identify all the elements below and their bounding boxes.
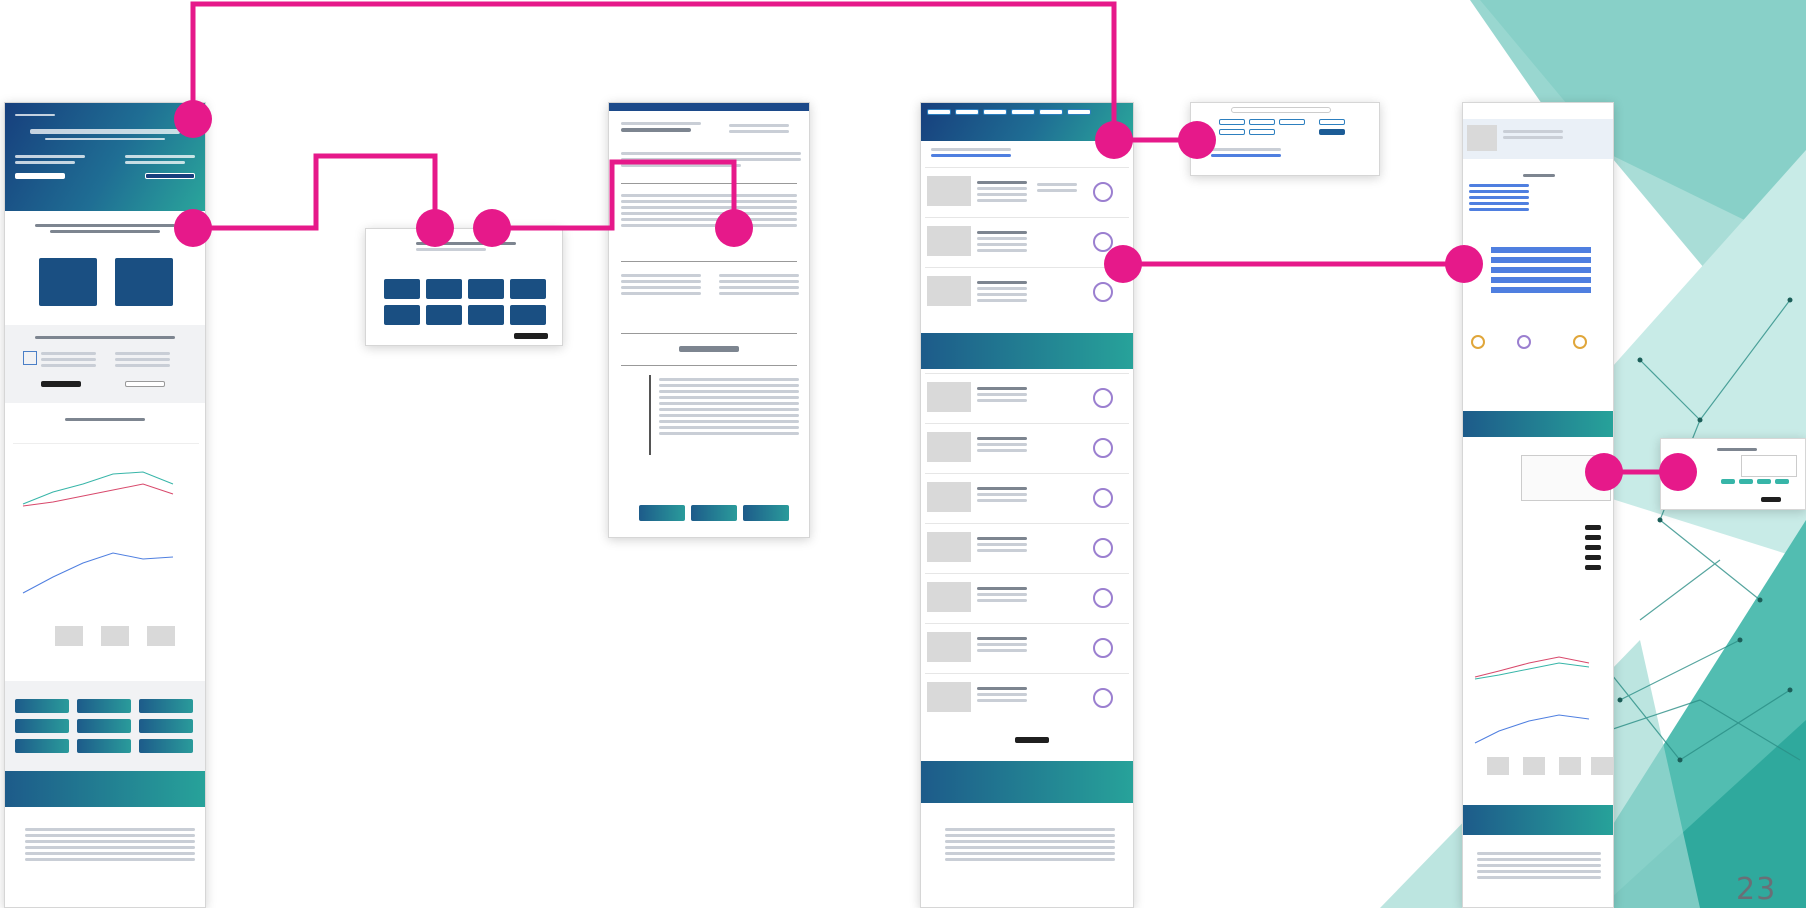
filter-tile-3[interactable]	[468, 279, 504, 299]
connector-node-landing-hero	[174, 100, 212, 138]
connector-node-dialog-right	[473, 209, 511, 247]
filter-tile-8[interactable]	[510, 305, 546, 325]
related-tile-2[interactable]	[691, 505, 737, 521]
profile-cta-banner	[1463, 411, 1613, 437]
profile-trend-chart-1	[1469, 633, 1609, 683]
financing-section	[5, 325, 205, 403]
filter-tile-6[interactable]	[426, 305, 462, 325]
dates-table	[1473, 523, 1609, 583]
result-card-6[interactable]	[925, 473, 1129, 521]
connector-node-course-detail	[715, 209, 753, 247]
landing-footer-banner	[5, 771, 205, 807]
popup-confirm-button[interactable]	[1761, 497, 1781, 502]
module-bar-3[interactable]	[1491, 267, 1591, 273]
related-tile-3[interactable]	[743, 505, 789, 521]
search-input[interactable]	[15, 173, 65, 179]
module-bar-1[interactable]	[1491, 247, 1591, 253]
filter-search-input[interactable]	[1231, 107, 1331, 113]
profile-trend-chart-2	[1469, 699, 1609, 749]
filter-chip-7[interactable]	[1319, 129, 1345, 135]
filter-tile-4[interactable]	[510, 279, 546, 299]
results-cta-banner	[921, 333, 1133, 369]
dialog-confirm-button[interactable]	[514, 333, 548, 339]
tile-digital[interactable]	[39, 258, 97, 306]
result-card-9[interactable]	[925, 623, 1129, 671]
filter-tile-2[interactable]	[426, 279, 462, 299]
filter-tile-1[interactable]	[384, 279, 420, 299]
module-bar-2[interactable]	[1491, 257, 1591, 263]
new-fields-section	[5, 681, 205, 771]
filter-chip-5[interactable]	[1219, 129, 1245, 135]
connector-node-dates-popup	[1659, 453, 1697, 491]
course-profile-screen	[1462, 102, 1614, 908]
related-tile-1[interactable]	[639, 505, 685, 521]
connector-node-results-filter	[1095, 121, 1133, 159]
result-card-8[interactable]	[925, 573, 1129, 621]
page-number: 23	[1736, 872, 1777, 907]
filter-tile-5[interactable]	[384, 305, 420, 325]
module-bar-5[interactable]	[1491, 287, 1591, 293]
filter-chip-3[interactable]	[1279, 119, 1305, 125]
filter-chip-1[interactable]	[1219, 119, 1245, 125]
filter-dialog-screen	[365, 228, 563, 346]
search-results-screen	[920, 102, 1134, 908]
search-filter-screen	[1190, 102, 1380, 176]
trend-chart-2	[13, 533, 199, 603]
filter-chip-4[interactable]	[1319, 119, 1345, 125]
filter-chip-6[interactable]	[1249, 129, 1275, 135]
result-card-7[interactable]	[925, 523, 1129, 571]
hero-cta-button[interactable]	[145, 173, 195, 179]
financing-button[interactable]	[41, 381, 81, 387]
module-bar-4[interactable]	[1491, 277, 1591, 283]
result-card-10[interactable]	[925, 673, 1129, 721]
connector-node-results-card	[1104, 245, 1142, 283]
trend-chart-1	[13, 443, 199, 513]
connector-node-dialog-left	[416, 209, 454, 247]
connector-node-filter-bar	[1178, 121, 1216, 159]
filter-tile-7[interactable]	[468, 305, 504, 325]
profile-footer-banner	[1463, 805, 1613, 835]
result-card-3[interactable]	[925, 267, 1129, 315]
results-footer-banner	[921, 761, 1133, 803]
result-card-5[interactable]	[925, 423, 1129, 471]
result-card-4[interactable]	[925, 373, 1129, 421]
advice-button[interactable]	[125, 381, 165, 387]
load-more-button[interactable]	[1015, 737, 1049, 743]
result-card-2[interactable]	[925, 217, 1129, 265]
tile-rocket[interactable]	[115, 258, 173, 306]
connector-node-profile-dates	[1585, 453, 1623, 491]
result-card-1[interactable]	[925, 167, 1129, 215]
connector-node-landing-questions	[174, 209, 212, 247]
filter-chip-2[interactable]	[1249, 119, 1275, 125]
connector-node-profile-modules	[1445, 245, 1483, 283]
course-detail-screen	[608, 102, 810, 538]
timeline	[649, 375, 651, 455]
